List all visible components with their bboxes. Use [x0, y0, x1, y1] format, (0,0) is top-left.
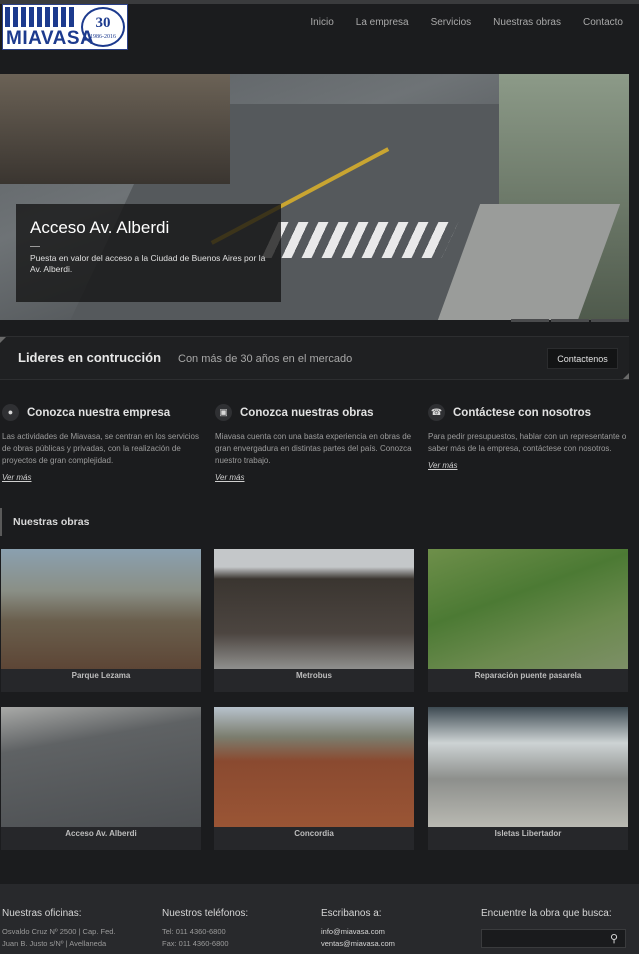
footer-line: Osvaldo Cruz Nº 2500 | Cap. Fed. [2, 927, 116, 936]
band-title: Lideres en contrucción [18, 350, 162, 365]
slider-dot[interactable] [511, 319, 549, 322]
obra-label[interactable]: Acceso Av. Alberdi [1, 829, 201, 838]
hero-slider[interactable]: Acceso Av. Alberdi Puesta en valor del a… [0, 74, 629, 320]
search-icon[interactable]: ⚲ [607, 932, 621, 946]
anniversary-badge: 30 1986-2016 [81, 7, 125, 47]
slide-caption: Acceso Av. Alberdi Puesta en valor del a… [16, 204, 281, 302]
main-nav: Inicio La empresa Servicios Nuestras obr… [288, 17, 623, 28]
feature-text: Para pedir presupuestos, hablar con un r… [428, 432, 627, 453]
obra-label[interactable]: Isletas Libertador [428, 829, 628, 838]
obra-thumbnail[interactable] [428, 707, 628, 827]
footer-email: Escribanos a: info@miavasa.com ventas@mi… [321, 908, 395, 950]
obra-label[interactable]: Metrobus [214, 671, 414, 680]
ver-mas-link[interactable]: Ver más [428, 461, 628, 470]
feature-title: Conozca nuestra empresa [27, 406, 171, 419]
obra-search: ⚲ [481, 929, 626, 948]
hero-image-crosswalk [261, 222, 459, 258]
site-header: MIAVASA 30 1986-2016 Inicio La empresa S… [0, 4, 639, 74]
slider-dot[interactable] [551, 319, 589, 322]
band-subtitle: Con más de 30 años en el mercado [178, 353, 353, 365]
email-link[interactable]: ventas@miavasa.com [321, 938, 395, 950]
obra-card[interactable]: Acceso Av. Alberdi [1, 707, 201, 850]
feature-title: Conozca nuestras obras [240, 406, 374, 419]
obra-thumbnail[interactable] [1, 549, 201, 669]
obra-label[interactable]: Parque Lezama [1, 671, 201, 680]
tagline-band: Lideres en contrucción Con más de 30 año… [0, 336, 629, 380]
nav-inicio[interactable]: Inicio [310, 17, 333, 28]
obra-card[interactable]: Metrobus [214, 549, 414, 692]
obra-thumbnail[interactable] [428, 549, 628, 669]
footer-line: Fax: 011 4360-6800 [162, 939, 229, 948]
phone-icon: ☎ [428, 404, 445, 421]
band-corner-decoration [623, 373, 629, 379]
user-icon: ● [2, 404, 19, 421]
nav-contacto[interactable]: Contacto [583, 17, 623, 28]
footer-buscar: Encuentre la obra que busca: [481, 908, 612, 926]
obra-card[interactable]: Isletas Libertador [428, 707, 628, 850]
obra-thumbnail[interactable] [214, 549, 414, 669]
feature-empresa: ● Conozca nuestra empresa Las actividade… [2, 404, 202, 482]
logo-mark [5, 7, 77, 27]
search-input[interactable] [482, 930, 606, 947]
obras-section-heading: Nuestras obras [0, 508, 629, 536]
obra-label[interactable]: Concordia [214, 829, 414, 838]
email-link[interactable]: info@miavasa.com [321, 926, 395, 938]
building-icon: ▣ [215, 404, 232, 421]
footer-telefonos: Nuestros teléfonos: Tel: 011 4360-6800 F… [162, 908, 248, 950]
contact-button[interactable]: Contactenos [547, 348, 618, 369]
footer-heading: Nuestras oficinas: [2, 908, 82, 919]
obra-label[interactable]: Reparación puente pasarela [428, 671, 628, 680]
slide-description: Puesta en valor del acceso a la Ciudad d… [30, 253, 266, 274]
footer-heading: Escribanos a: [321, 908, 382, 919]
nav-servicios[interactable]: Servicios [431, 17, 472, 28]
band-corner-decoration [0, 337, 6, 343]
footer-heading: Nuestros teléfonos: [162, 908, 249, 919]
footer-line: Tel: 011 4360-6800 [162, 927, 226, 936]
footer-oficinas: Nuestras oficinas: Osvaldo Cruz Nº 2500 … [2, 908, 116, 950]
feature-contacto: ☎ Contáctese con nosotros Para pedir pre… [428, 404, 628, 470]
slider-dot[interactable] [591, 319, 629, 322]
nav-la-empresa[interactable]: La empresa [356, 17, 409, 28]
feature-obras: ▣ Conozca nuestras obras Miavasa cuenta … [215, 404, 415, 482]
logo[interactable]: MIAVASA 30 1986-2016 [2, 4, 128, 50]
obra-thumbnail[interactable] [1, 707, 201, 827]
obras-heading-text: Nuestras obras [13, 516, 90, 528]
footer-line: Juan B. Justo s/Nº | Avellaneda [2, 939, 107, 948]
slider-pagination [511, 319, 629, 322]
hero-image-buildings [0, 74, 230, 184]
ver-mas-link[interactable]: Ver más [215, 473, 415, 482]
ver-mas-link[interactable]: Ver más [2, 473, 202, 482]
slide-title: Acceso Av. Alberdi [30, 218, 170, 237]
obra-card[interactable]: Parque Lezama [1, 549, 201, 692]
caption-divider [30, 246, 40, 247]
feature-title: Contáctese con nosotros [453, 406, 592, 419]
obra-card[interactable]: Reparación puente pasarela [428, 549, 628, 692]
anniversary-number: 30 [95, 15, 111, 31]
nav-nuestras-obras[interactable]: Nuestras obras [493, 17, 561, 28]
feature-text: Las actividades de Miavasa, se centran e… [2, 432, 199, 465]
obra-card[interactable]: Concordia [214, 707, 414, 850]
footer-heading: Encuentre la obra que busca: [481, 908, 612, 919]
obra-thumbnail[interactable] [214, 707, 414, 827]
anniversary-years: 1986-2016 [90, 34, 116, 40]
feature-text: Miavasa cuenta con una basta experiencia… [215, 432, 412, 465]
